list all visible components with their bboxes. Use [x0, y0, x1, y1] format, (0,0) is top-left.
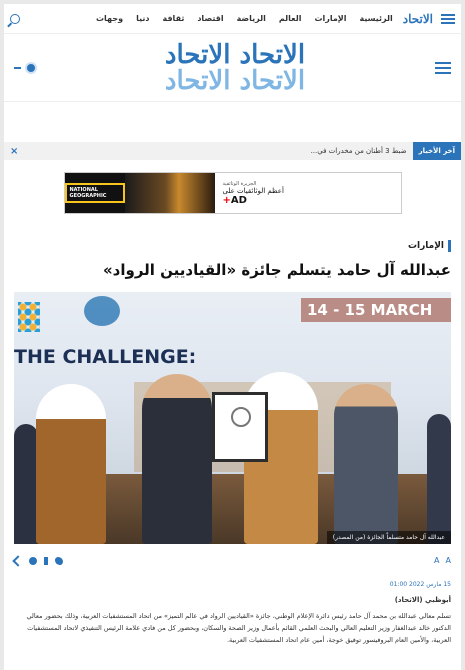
- person: [334, 384, 398, 544]
- messenger-icon[interactable]: [29, 556, 37, 565]
- text-size-tools: A A: [434, 556, 451, 565]
- mode-toggle[interactable]: [14, 63, 35, 72]
- text-smaller-button[interactable]: A: [434, 556, 439, 565]
- article-category[interactable]: الإمارات: [14, 240, 451, 252]
- nav-item-world2[interactable]: دنيا: [136, 14, 149, 23]
- share-icon[interactable]: [12, 554, 24, 567]
- logo[interactable]: الاتحاد الاتحاد الاتحاد الاتحاد: [35, 42, 435, 94]
- photo-banner-date: 14 - 15 MARCH: [301, 298, 451, 322]
- globe-logo: [84, 296, 120, 326]
- logo-row-2: الاتحاد الاتحاد: [164, 65, 306, 96]
- breaking-tag: آخر الأخبار: [412, 142, 461, 160]
- search-icon[interactable]: [10, 13, 20, 24]
- menu-icon[interactable]: [441, 12, 455, 26]
- ad-copy: الجزيرة الوثائقية أعظم الوثائقيات على AD…: [214, 173, 401, 213]
- article-dateline: أبوظبي (الاتحاد): [394, 596, 451, 604]
- masthead: الاتحاد الاتحاد الاتحاد الاتحاد: [4, 34, 461, 102]
- ad-image: [124, 173, 215, 213]
- share-row: A A: [12, 554, 451, 567]
- nav-item-world[interactable]: العالم: [279, 14, 302, 23]
- photo-banner-text: THE CHALLENGE:: [14, 346, 197, 368]
- nav-item-culture[interactable]: ثقافة: [162, 14, 184, 23]
- breaking-news-bar: آخر الأخبار ضبط 3 أطنان من مخدرات في... …: [4, 142, 461, 160]
- person: [14, 424, 38, 544]
- article-headline: عبدالله آل حامد يتسلم جائزة «القياديين ا…: [102, 261, 451, 279]
- minus-icon[interactable]: [14, 66, 21, 69]
- article-date: 15 مارس 2022 01:00: [389, 581, 451, 588]
- share-icons: [12, 554, 63, 567]
- sun-icon[interactable]: [27, 63, 35, 72]
- decorative-dots: [18, 302, 40, 332]
- ad-brand-ng: NATIONAL GEOGRAPHIC: [64, 183, 125, 203]
- certificate: [212, 392, 268, 462]
- facebook-icon[interactable]: [44, 556, 48, 565]
- nav-tools: [10, 13, 20, 24]
- article-body: تسلم معالي عبدالله بن محمد آل حامد رئيس …: [26, 612, 451, 644]
- person: [142, 374, 212, 544]
- ad-brand: AD+: [222, 194, 247, 206]
- article-photo[interactable]: 14 - 15 MARCH THE CHALLENGE: عبدالله آل …: [14, 292, 451, 544]
- logo-row-1: الاتحاد الاتحاد: [164, 39, 306, 70]
- top-nav: الاتحاد الرئيسية الإمارات العالم الرياضة…: [4, 4, 461, 34]
- person: [36, 384, 106, 544]
- twitter-icon[interactable]: [55, 556, 63, 565]
- nav-items: الرئيسية الإمارات العالم الرياضة اقتصاد …: [96, 14, 393, 23]
- text-larger-button[interactable]: A: [446, 556, 451, 565]
- ad-copy-main: أعظم الوثائقيات على: [222, 186, 284, 195]
- photo-caption: عبدالله آل حامد متسلماً الجائزة (من المص…: [326, 531, 451, 544]
- nav-item-destinations[interactable]: وجهات: [96, 14, 123, 23]
- advertisement[interactable]: NATIONAL GEOGRAPHIC الجزيرة الوثائقية أع…: [63, 172, 402, 214]
- site-name[interactable]: الاتحاد: [403, 12, 433, 26]
- nav-item-home[interactable]: الرئيسية: [359, 14, 392, 23]
- nav-item-economy[interactable]: اقتصاد: [197, 14, 223, 23]
- breaking-text[interactable]: ضبط 3 أطنان من مخدرات في...: [18, 147, 412, 155]
- nav-item-emirates[interactable]: الإمارات: [314, 14, 346, 23]
- nav-item-sport[interactable]: الرياضة: [237, 14, 266, 23]
- article: الإمارات عبدالله آل حامد يتسلم جائزة «ال…: [4, 240, 461, 646]
- hamburger-icon[interactable]: [435, 59, 451, 77]
- close-icon[interactable]: ×: [4, 146, 18, 157]
- ad-brand-box: NATIONAL GEOGRAPHIC: [64, 173, 125, 213]
- page: الاتحاد الرئيسية الإمارات العالم الرياضة…: [4, 4, 461, 670]
- person: [427, 414, 451, 544]
